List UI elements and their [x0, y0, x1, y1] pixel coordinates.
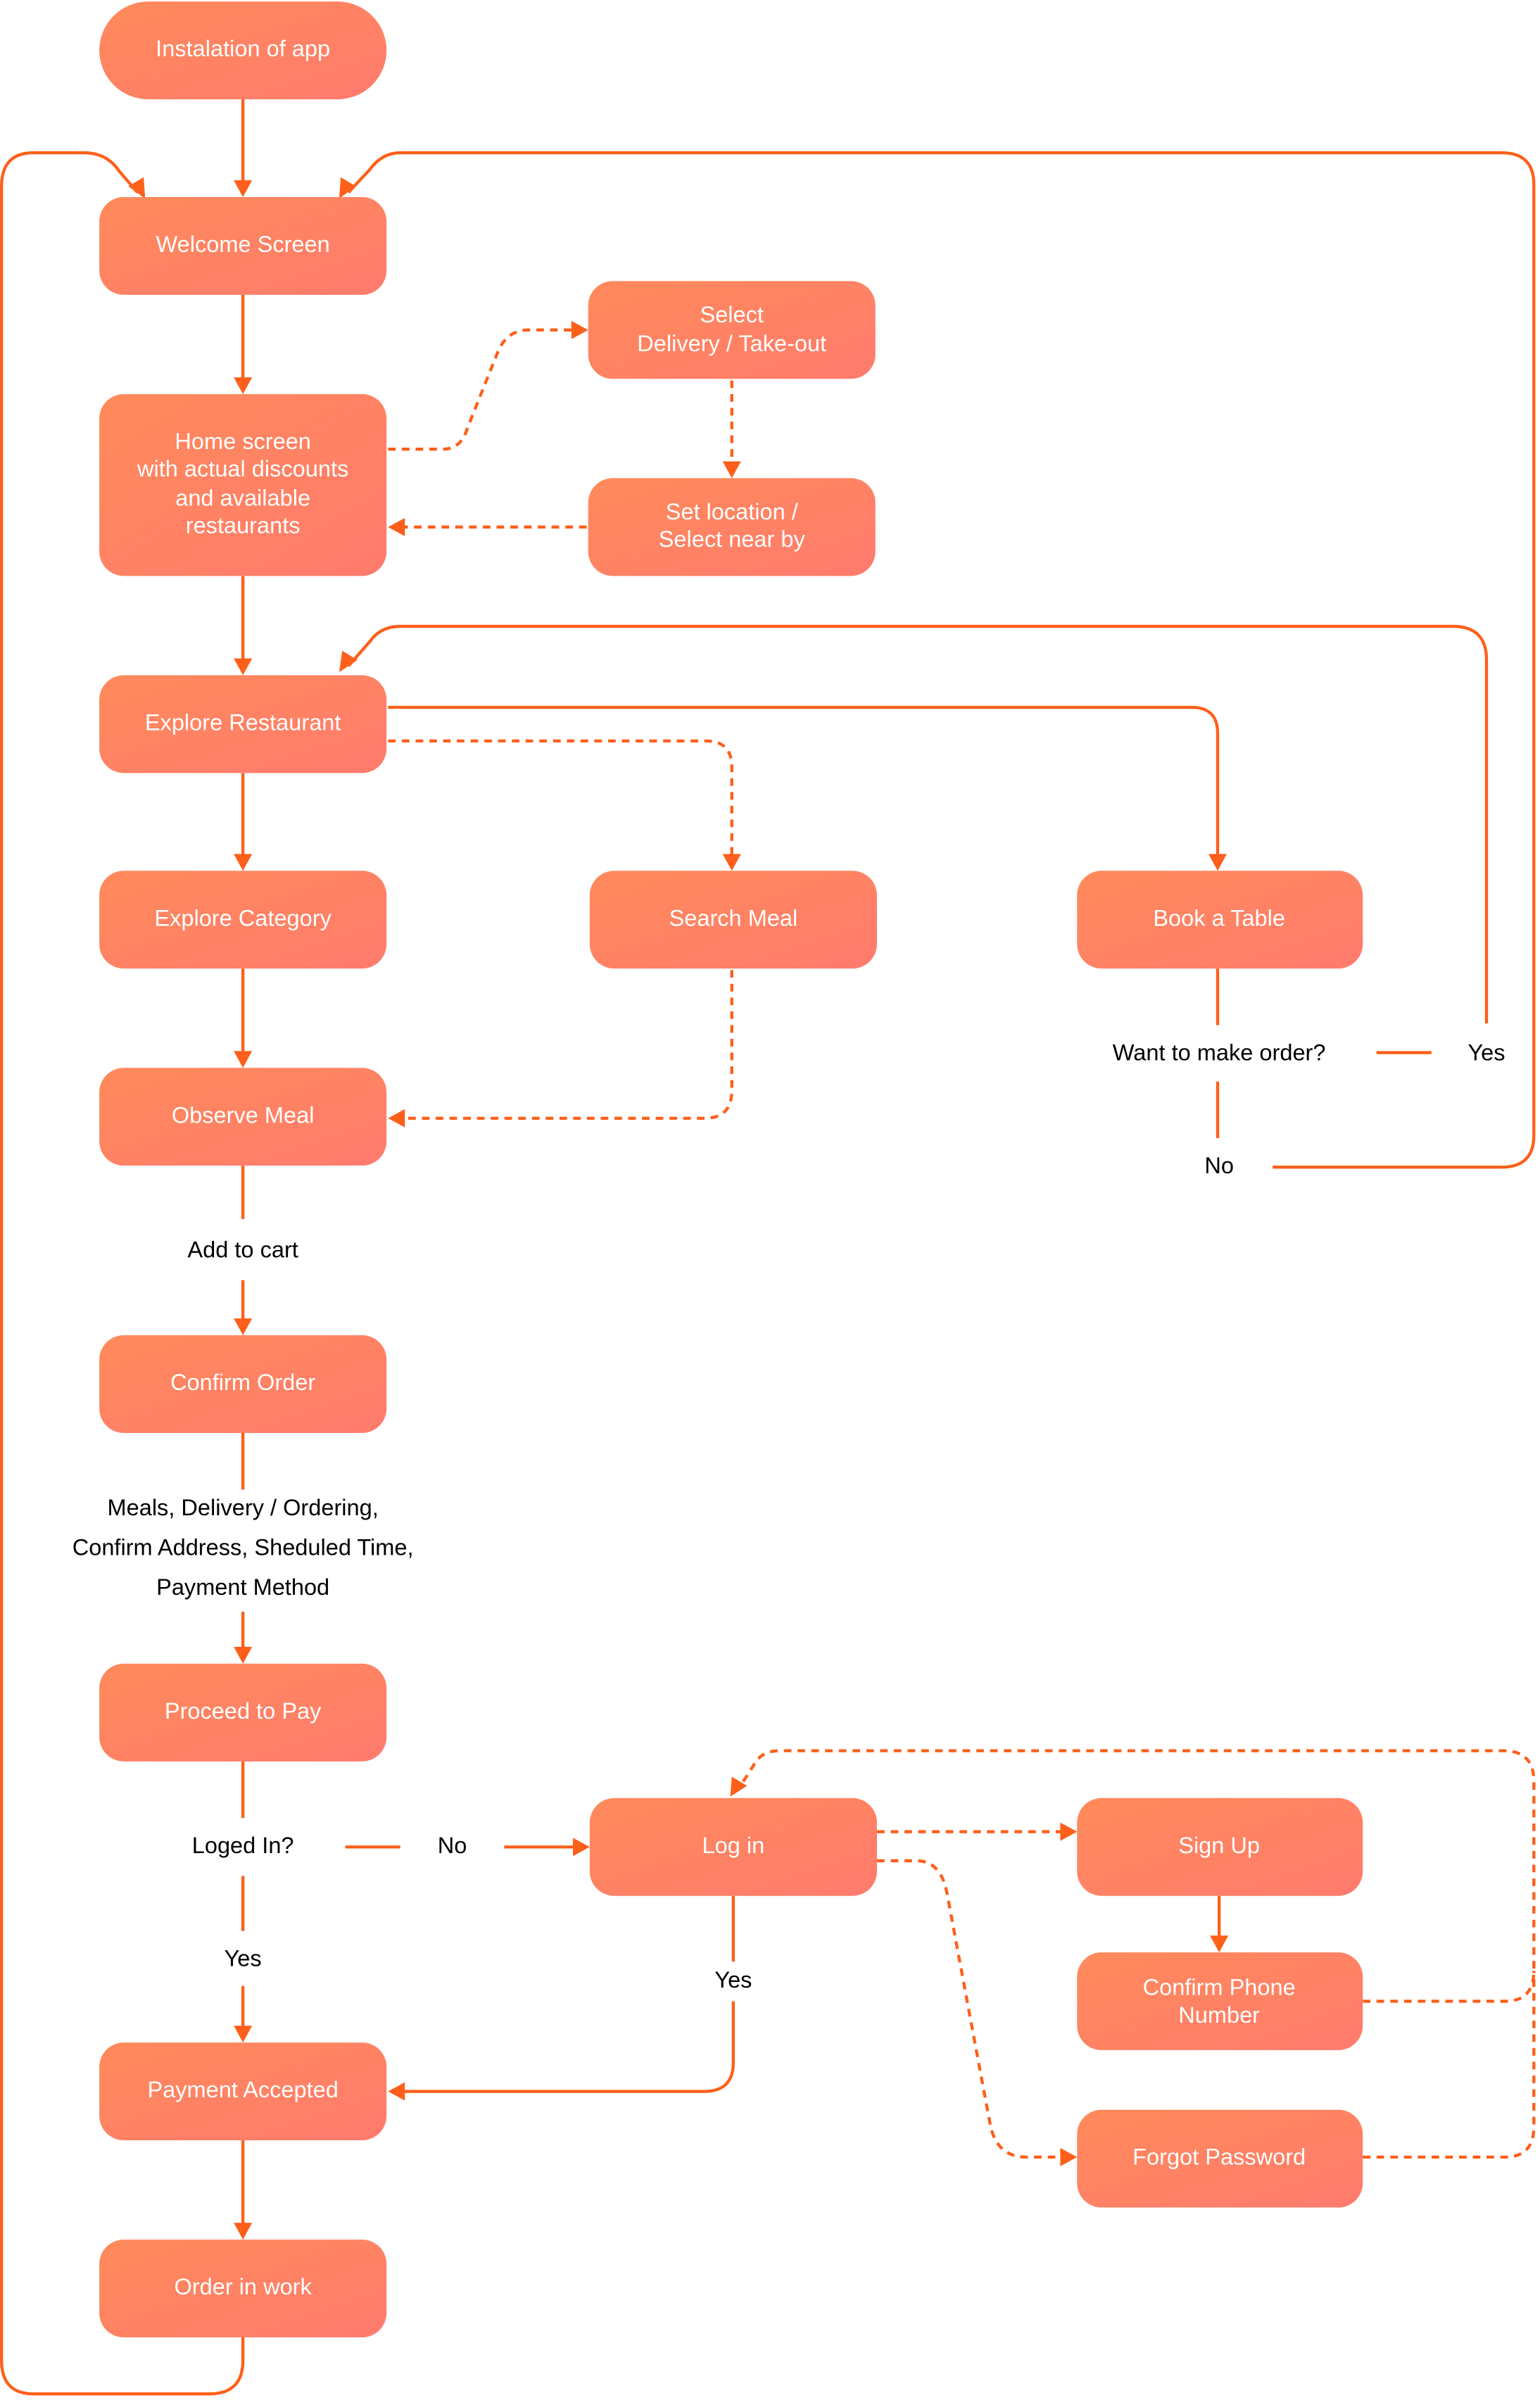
arrow-head: [571, 320, 588, 339]
node-welcome[interactable]: Welcome Screen: [99, 197, 387, 295]
arrow-head: [1060, 1822, 1078, 1841]
arrow-head: [722, 461, 741, 479]
node-proceed-pay[interactable]: Proceed to Pay: [99, 1663, 387, 1762]
arrow-head: [339, 177, 356, 199]
edge-explore-book: [388, 705, 1220, 861]
label-yes-login-success: Yes: [714, 1967, 752, 1992]
node-label: Book a Table: [1153, 905, 1285, 930]
arrow-head: [388, 1109, 405, 1128]
node-confirm-order[interactable]: Confirm Order: [99, 1335, 387, 1434]
node-label: Confirm Order: [170, 1370, 315, 1395]
node-label: and available: [175, 485, 310, 510]
node-label: Confirm Phone: [1143, 1975, 1296, 2000]
edge-forgot-login: [1363, 1971, 1536, 2159]
arrow-head: [234, 658, 253, 676]
flowchart: Instalation of app Welcome Screen Home s…: [0, 0, 1540, 2400]
node-install[interactable]: Instalation of app: [99, 1, 387, 100]
node-label: Explore Restaurant: [145, 709, 341, 735]
arrow-head: [234, 180, 253, 198]
node-label: Forgot Password: [1132, 2145, 1306, 2170]
label-add-to-cart: Add to cart: [187, 1237, 298, 1262]
node-search-meal[interactable]: Search Meal: [589, 871, 877, 969]
label-order-details: Meals, Delivery / Ordering,: [108, 1495, 379, 1520]
arrow-head: [234, 2223, 253, 2240]
flowchart-canvas: Instalation of app Welcome Screen Home s…: [0, 1, 1536, 2396]
edge-search-observe: [400, 970, 733, 1120]
decision-want-order: Want to make order?: [1113, 1040, 1326, 1065]
node-confirm-phone[interactable]: Confirm Phone Number: [1077, 1952, 1363, 2050]
edge-yes-payment-accepted: [400, 2001, 736, 2093]
node-label: Observe Meal: [172, 1102, 315, 1128]
node-label: restaurants: [186, 512, 301, 538]
arrow-head: [234, 854, 253, 871]
edge-explore-search: [388, 739, 733, 861]
arrow-head: [722, 854, 741, 871]
label-order-details: Confirm Address, Sheduled Time,: [72, 1535, 414, 1560]
node-label: Welcome Screen: [156, 232, 330, 257]
arrow-head: [234, 1051, 253, 1068]
node-label: Select near by: [659, 526, 806, 552]
node-label: with actual discounts: [137, 456, 348, 481]
node-signup[interactable]: Sign Up: [1077, 1798, 1363, 1896]
arrow-head: [234, 1646, 253, 1664]
node-label: Select: [700, 302, 764, 327]
node-label: Instalation of app: [156, 36, 330, 61]
label-no-order: No: [1204, 1153, 1234, 1178]
node-location[interactable]: Set location / Select near by: [588, 478, 876, 576]
node-label: Payment Accepted: [147, 2077, 338, 2102]
node-payment-accepted[interactable]: Payment Accepted: [99, 2042, 387, 2140]
label-yes-login: Yes: [225, 1945, 262, 1971]
arrow-head: [128, 177, 146, 199]
arrow-head: [234, 2026, 253, 2043]
node-login[interactable]: Log in: [589, 1798, 877, 1896]
label-no-login: No: [438, 1833, 467, 1858]
node-label: Proceed to Pay: [165, 1698, 322, 1724]
decision-loged-in: Loged In?: [192, 1833, 294, 1858]
node-explore-category[interactable]: Explore Category: [99, 871, 387, 969]
arrow-head: [388, 2082, 405, 2101]
node-label: Set location /: [666, 499, 799, 524]
node-label: Explore Category: [154, 905, 332, 930]
node-order-in-work[interactable]: Order in work: [99, 2240, 387, 2338]
node-forgot-password[interactable]: Forgot Password: [1077, 2109, 1363, 2208]
arrow-head: [1208, 854, 1227, 871]
label-order-details: Payment Method: [156, 1574, 329, 1600]
node-label: Log in: [702, 1833, 765, 1858]
node-delivery[interactable]: Select Delivery / Take-out: [588, 281, 876, 379]
node-label: Sign Up: [1178, 1833, 1260, 1858]
node-label: Search Meal: [669, 905, 798, 930]
arrow-head: [234, 377, 253, 395]
label-yes-order: Yes: [1468, 1040, 1505, 1065]
node-home[interactable]: Home screen with actual discounts and av…: [99, 394, 387, 576]
arrow-head: [572, 1838, 590, 1857]
edge-home-delivery: [388, 328, 578, 451]
edge-login-forgot: [876, 1859, 1067, 2159]
arrow-head: [339, 650, 358, 673]
node-observe-meal[interactable]: Observe Meal: [99, 1068, 387, 1166]
arrow-head: [1060, 2147, 1078, 2166]
arrow-head: [388, 517, 405, 536]
edge-no-loop-welcome: [347, 151, 1536, 1169]
node-label: Number: [1178, 2002, 1260, 2028]
node-label: Delivery / Take-out: [637, 331, 826, 356]
arrow-head: [234, 1318, 253, 1336]
node-book-table[interactable]: Book a Table: [1077, 871, 1363, 969]
arrow-head: [1210, 1935, 1229, 1953]
node-label: Order in work: [174, 2274, 312, 2299]
node-label: Home screen: [175, 429, 311, 454]
node-explore-restaurant[interactable]: Explore Restaurant: [99, 675, 387, 773]
